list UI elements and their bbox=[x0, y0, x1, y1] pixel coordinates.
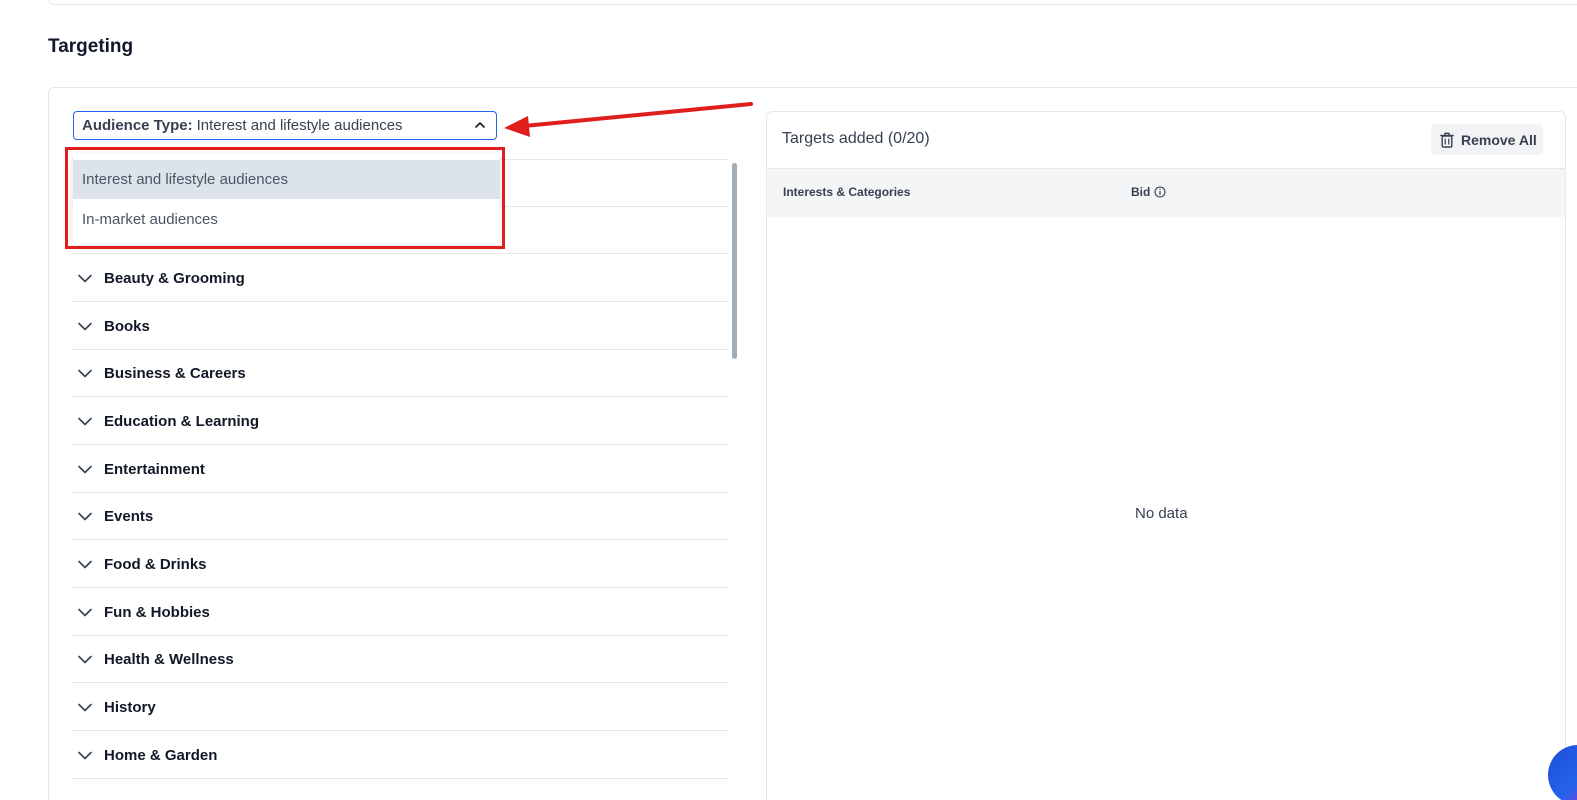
category-row[interactable]: Books bbox=[72, 303, 728, 350]
category-row[interactable]: Home & Garden bbox=[72, 732, 728, 779]
info-icon[interactable] bbox=[1154, 186, 1166, 198]
trash-icon bbox=[1440, 132, 1454, 148]
category-row[interactable]: Health & Wellness bbox=[72, 636, 728, 683]
bid-label: Bid bbox=[1131, 185, 1151, 199]
audience-type-label: Audience Type: bbox=[82, 117, 193, 134]
chevron-down-icon bbox=[78, 512, 92, 520]
empty-state-text: No data bbox=[1135, 505, 1188, 522]
category-row[interactable]: Food & Drinks bbox=[72, 541, 728, 588]
category-label: Fun & Hobbies bbox=[104, 603, 210, 621]
category-label: Business & Careers bbox=[104, 364, 246, 382]
column-header-bid: Bid bbox=[1131, 185, 1166, 199]
category-label: Events bbox=[104, 507, 154, 525]
category-row[interactable]: Entertainment bbox=[72, 446, 728, 493]
chevron-down-icon bbox=[78, 560, 92, 568]
category-label: Home & Garden bbox=[104, 746, 218, 764]
category-row[interactable]: Fun & Hobbies bbox=[72, 589, 728, 636]
chevron-down-icon bbox=[78, 465, 92, 473]
column-header-interests: Interests & Categories bbox=[783, 185, 911, 199]
category-row[interactable]: Events bbox=[72, 493, 728, 540]
audience-type-dropdown: Interest and lifestyle audiences In-mark… bbox=[73, 153, 500, 245]
chevron-down-icon bbox=[78, 322, 92, 330]
chevron-down-icon bbox=[78, 608, 92, 616]
chevron-down-icon bbox=[78, 369, 92, 377]
category-row[interactable]: Beauty & Grooming bbox=[72, 255, 728, 302]
targeting-page: Targeting Audience Type: Interest and li… bbox=[0, 0, 1577, 800]
category-label: Entertainment bbox=[104, 460, 205, 478]
category-label: Education & Learning bbox=[104, 412, 260, 430]
category-label: Food & Drinks bbox=[104, 555, 207, 573]
category-row[interactable]: History bbox=[72, 684, 728, 731]
annotation-arrow-icon bbox=[504, 102, 753, 137]
list-scrollbar[interactable] bbox=[732, 163, 737, 359]
chevron-down-icon bbox=[78, 417, 92, 425]
category-label: Beauty & Grooming bbox=[104, 269, 245, 287]
chevron-down-icon bbox=[78, 703, 92, 711]
chevron-down-icon bbox=[78, 751, 92, 759]
chevron-down-icon bbox=[78, 274, 92, 282]
audience-type-value: Interest and lifestyle audiences bbox=[196, 117, 403, 134]
category-label: History bbox=[104, 698, 156, 716]
category-row[interactable]: Business & Careers bbox=[72, 350, 728, 397]
category-label: Health & Wellness bbox=[104, 650, 234, 668]
option-in-market[interactable]: In-market audiences bbox=[73, 200, 500, 239]
audience-type-select[interactable]: Audience Type: Interest and lifestyle au… bbox=[73, 111, 497, 140]
category-row[interactable]: Education & Learning bbox=[72, 398, 728, 445]
category-label: Books bbox=[104, 317, 150, 335]
section-title: Targeting bbox=[48, 36, 134, 57]
chevron-down-icon bbox=[78, 655, 92, 663]
previous-section-card bbox=[48, 0, 1577, 5]
remove-all-label: Remove All bbox=[1461, 131, 1537, 148]
targets-added-title: Targets added (0/20) bbox=[782, 130, 930, 147]
chevron-up-icon bbox=[475, 122, 485, 128]
remove-all-button[interactable]: Remove All bbox=[1431, 124, 1543, 155]
option-interest-lifestyle[interactable]: Interest and lifestyle audiences bbox=[73, 160, 500, 199]
